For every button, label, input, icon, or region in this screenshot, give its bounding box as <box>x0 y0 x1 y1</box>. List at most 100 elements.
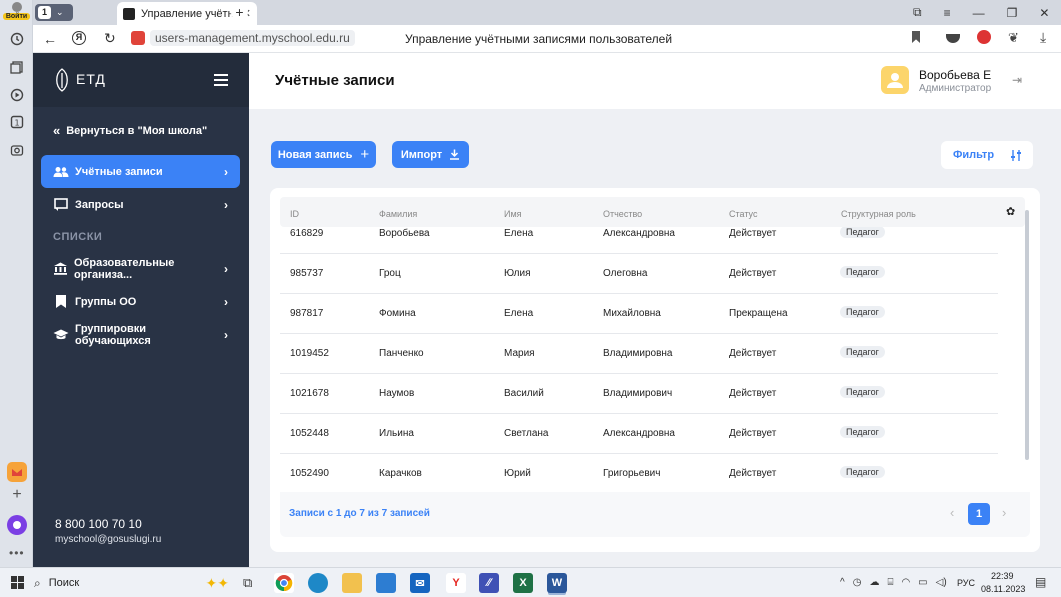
back-link-label: Вернуться в "Моя школа" <box>66 124 208 137</box>
edge-icon[interactable] <box>308 573 328 593</box>
support-email[interactable]: myschool@gosuslugi.ru <box>55 534 161 545</box>
cell-status: Действует <box>729 468 777 479</box>
sidebar-item-organizations[interactable]: Образовательные организа... › <box>41 252 240 285</box>
settings-gear-icon[interactable]: ✿ <box>1006 205 1015 218</box>
bookmark-icon[interactable] <box>912 31 920 43</box>
play-icon[interactable] <box>8 86 25 103</box>
table-row[interactable]: 616829 Воробьева Елена Александровна Действу… <box>280 227 998 254</box>
mail-icon[interactable]: ✉ <box>410 573 430 593</box>
table-row[interactable]: 1021678 Наумов Василий Владимирович Действуе… <box>280 374 998 414</box>
table-row[interactable]: 985737 Гроц Юлия Олеговна Действует Педагог <box>280 254 998 294</box>
tab-title: Управление учётными <box>141 7 242 20</box>
sidebar-header: ЕТД <box>33 53 249 107</box>
svg-text:1: 1 <box>14 118 19 127</box>
menu-icon[interactable]: ≡ <box>944 6 951 20</box>
column-header-name[interactable]: Имя <box>504 209 522 219</box>
file-explorer-icon[interactable] <box>342 573 362 593</box>
chrome-icon[interactable] <box>274 573 294 593</box>
column-header-status[interactable]: Статус <box>729 209 757 219</box>
role-badge: Педагог <box>840 426 885 438</box>
clock-icon[interactable]: ◷ <box>853 577 862 588</box>
store-icon[interactable] <box>376 573 396 593</box>
cloud-icon[interactable]: ☁ <box>869 577 879 588</box>
cell-status: Прекращена <box>729 308 788 319</box>
back-arrow-icon[interactable]: ← <box>43 31 57 47</box>
extension-red-icon[interactable] <box>977 30 991 44</box>
excel-icon[interactable]: X <box>513 573 533 593</box>
avatar[interactable] <box>881 66 909 94</box>
import-button[interactable]: Импорт <box>392 141 469 168</box>
app-icon[interactable]: ∕∕ <box>479 573 499 593</box>
cell-name: Василий <box>504 388 544 399</box>
sidebar: ЕТД « Вернуться в "Моя школа" Учётные за… <box>33 53 249 567</box>
wifi-icon[interactable]: ◠ <box>901 577 910 588</box>
battery-icon[interactable]: ▭ <box>918 577 927 588</box>
column-header-patronymic[interactable]: Отчество <box>603 209 642 219</box>
back-to-school-link[interactable]: « Вернуться в "Моя школа" <box>53 123 207 138</box>
new-tab-button[interactable]: + <box>231 4 248 21</box>
extension-icon[interactable] <box>946 34 960 43</box>
support-phone: 8 800 100 70 10 <box>55 517 142 531</box>
user-name: Воробьева Е <box>919 68 992 82</box>
address-bar: ← Я ↻ users-management.myschool.edu.ru У… <box>33 25 1061 53</box>
reload-icon[interactable]: ↻ <box>104 30 116 47</box>
site-security-icon[interactable] <box>131 31 145 45</box>
screenshot-icon[interactable] <box>8 141 25 158</box>
sidebar-item-requests[interactable]: Запросы › <box>41 188 240 221</box>
prev-page-icon[interactable]: ‹ <box>950 505 954 520</box>
more-icon[interactable]: ••• <box>9 546 25 560</box>
cell-id: 985737 <box>290 268 324 279</box>
table-row[interactable]: 987817 Фомина Елена Михайловна Прекращена Пед… <box>280 294 998 334</box>
url-field[interactable]: users-management.myschool.edu.ru <box>150 30 355 46</box>
login-button[interactable]: Войти <box>3 2 30 22</box>
new-record-button[interactable]: Новая запись + <box>271 141 376 168</box>
table-row[interactable]: 1019452 Панченко Мария Владимировна Действуе… <box>280 334 998 374</box>
download-icon[interactable]: ⤓ <box>1040 29 1046 46</box>
hamburger-icon[interactable] <box>214 74 228 86</box>
import-label: Импорт <box>400 148 443 161</box>
yandex-browser-icon[interactable]: Y <box>446 573 466 593</box>
sidebar-item-accounts[interactable]: Учётные записи › <box>41 155 240 188</box>
filter-button[interactable]: Фильтр <box>941 141 1033 169</box>
history-icon[interactable] <box>8 30 25 47</box>
table-row[interactable]: 1052490 Карачков Юрий Григорьевич Действует П… <box>280 454 998 492</box>
login-label: Войти <box>3 13 30 20</box>
cell-name: Мария <box>504 348 535 359</box>
collections-icon[interactable] <box>8 58 25 75</box>
sidebar-item-groups[interactable]: Группы ОО › <box>41 285 240 318</box>
logout-icon[interactable]: ⇥ <box>1012 73 1022 87</box>
notifications-icon[interactable]: ▤ <box>1035 575 1046 589</box>
table-scrollbar[interactable] <box>1025 210 1029 460</box>
mail-app-icon[interactable] <box>7 462 27 482</box>
word-icon[interactable]: W <box>547 573 567 593</box>
page-1-button[interactable]: 1 <box>968 503 990 525</box>
alice-icon[interactable] <box>7 515 27 535</box>
sidebar-item-student-groupings[interactable]: Группировки обучающихся › <box>41 318 240 351</box>
collections-icon[interactable]: ⧉ <box>913 5 922 20</box>
restore-icon[interactable]: ❐ <box>1007 6 1018 20</box>
cell-name: Елена <box>504 228 534 239</box>
language-indicator[interactable]: РУС <box>957 578 975 588</box>
windows-start-icon[interactable] <box>11 576 24 589</box>
tab-group-button[interactable]: 1 ⌄ <box>35 4 73 21</box>
network-icon[interactable]: ⌸ <box>887 577 893 588</box>
minimize-icon[interactable]: — <box>973 6 985 20</box>
column-header-surname[interactable]: Фамилия <box>379 209 417 219</box>
yandex-icon[interactable]: Я <box>72 31 86 45</box>
clock-time[interactable]: 22:39 <box>991 571 1014 581</box>
task-view-icon[interactable]: ⧉ <box>243 575 252 591</box>
next-page-icon[interactable]: › <box>1002 505 1006 520</box>
volume-icon[interactable]: ◁) <box>936 577 947 588</box>
tab-counter-icon[interactable]: 1 <box>8 113 25 130</box>
tab-count: 1 <box>38 6 51 19</box>
column-header-role[interactable]: Структурная роль <box>841 209 916 219</box>
clock-date[interactable]: 08.11.2023 <box>981 584 1025 594</box>
extension-leaf-icon[interactable]: ❦ <box>1008 30 1019 46</box>
add-panel-icon[interactable]: + <box>9 487 25 503</box>
window-close-icon[interactable]: ✕ <box>1039 6 1049 20</box>
table-row[interactable]: 1052448 Ильина Светлана Александровна Действ… <box>280 414 998 454</box>
users-icon <box>53 165 69 179</box>
column-header-id[interactable]: ID <box>290 209 299 219</box>
show-hidden-icons-icon[interactable]: ^ <box>840 577 845 588</box>
taskbar-search[interactable]: ⌕ Поиск ✦✦ <box>34 572 229 594</box>
